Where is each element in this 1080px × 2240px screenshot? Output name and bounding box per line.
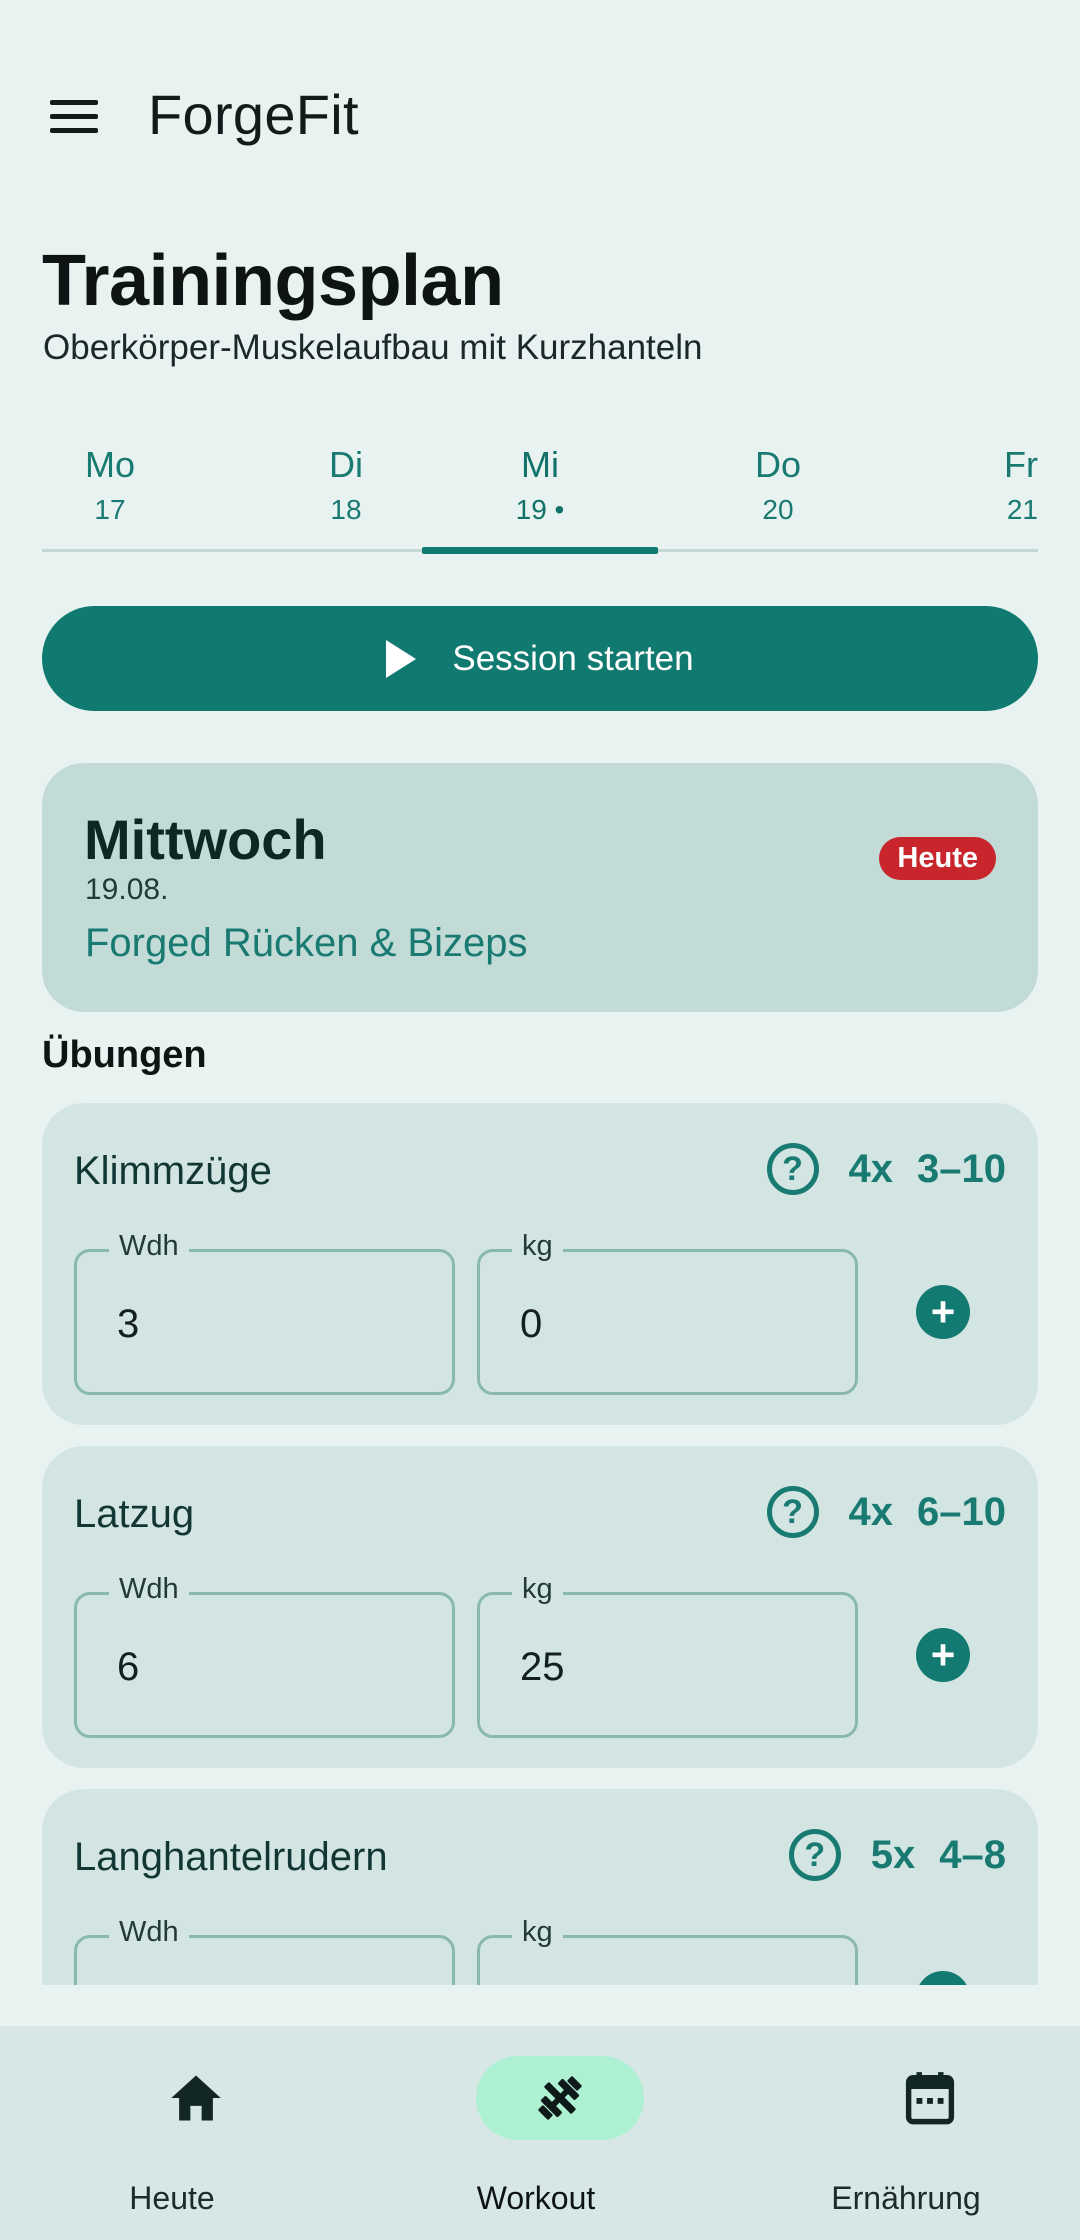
reps-field-label: Wdh [109, 1573, 189, 1606]
weight-field-label: kg [512, 1916, 563, 1949]
nav-item-heute[interactable]: Heute [0, 2056, 352, 2216]
top-app-bar: ForgeFit [0, 60, 1080, 172]
start-session-label: Session starten [452, 638, 694, 678]
day-card-program: Forged Rücken & Bizeps [85, 921, 528, 965]
weight-field[interactable]: kg 0 [477, 1230, 858, 1395]
reps-field-value: 6 [117, 1645, 140, 1689]
reps-field-label: Wdh [109, 1916, 189, 1949]
day-card: Mittwoch 19.08. Forged Rücken & Bizeps H… [42, 763, 1038, 1012]
tab-day-fr[interactable]: Fr 21 [884, 436, 1038, 552]
exercise-sets: 5x [870, 1832, 916, 1877]
reps-field-value: 3 [117, 1302, 140, 1346]
nav-item-workout[interactable]: Workout [356, 2056, 716, 2216]
weight-field[interactable]: kg [477, 1916, 858, 1985]
nav-pill [846, 2056, 1014, 2140]
help-icon[interactable]: ? [788, 1829, 841, 1881]
weight-field[interactable]: kg 25 [477, 1573, 858, 1738]
exercises-section-title: Übungen [42, 1034, 207, 1076]
tab-day-name: Mo [84, 444, 135, 485]
play-icon [386, 639, 417, 678]
tab-day-name: Mi [521, 444, 559, 485]
today-badge: Heute [879, 837, 996, 880]
add-set-icon[interactable]: + [916, 1285, 970, 1339]
tab-day-date: 17 [94, 494, 126, 525]
exercise-name: Langhantelrudern [74, 1835, 388, 1879]
nav-label: Workout [476, 2180, 596, 2216]
day-card-date: 19.08. [85, 873, 169, 906]
calendar-icon [905, 2072, 955, 2125]
exercise-rep-range: 3–10 [917, 1146, 1006, 1191]
nav-label: Heute [129, 2180, 215, 2216]
exercise-card: Klimmzüge ? 4x 3–10 Wdh 3 kg 0 + [42, 1103, 1038, 1425]
add-set-icon[interactable]: + [916, 1628, 970, 1682]
dumbbell-icon [538, 2076, 582, 2120]
tab-day-name: Do [754, 444, 802, 485]
reps-field[interactable]: Wdh 6 [74, 1573, 455, 1738]
tab-day-mi[interactable]: Mi 19 • [422, 436, 658, 552]
nav-pill [112, 2056, 280, 2140]
tab-indicator [422, 547, 658, 554]
exercise-sets: 4x [848, 1489, 894, 1534]
exercise-meta: ? 5x 4–8 [788, 1829, 1006, 1881]
menu-icon[interactable] [40, 90, 110, 142]
exercise-card: Latzug ? 4x 6–10 Wdh 6 kg 25 + [42, 1446, 1038, 1768]
nav-item-ernaehrung[interactable]: Ernährung [726, 2056, 1080, 2216]
exercise-meta: ? 4x 3–10 [766, 1143, 1006, 1195]
exercise-card: Langhantelrudern ? 5x 4–8 Wdh kg + [42, 1789, 1038, 1985]
nav-pill [476, 2056, 644, 2140]
page-title: Trainingsplan [42, 241, 504, 321]
day-tabs: Mo 17 Di 18 Mi 19 • Do 20 Fr 21 [42, 436, 1038, 554]
help-icon[interactable]: ? [766, 1143, 819, 1195]
exercise-meta: ? 4x 6–10 [766, 1486, 1006, 1538]
weight-field-label: kg [512, 1573, 563, 1606]
tab-day-date: 21 [1006, 494, 1038, 525]
exercise-list[interactable]: Klimmzüge ? 4x 3–10 Wdh 3 kg 0 + Latzug … [0, 1100, 1080, 1985]
tab-day-date: 20 [762, 494, 794, 525]
day-card-name: Mittwoch [84, 808, 327, 871]
home-icon [171, 2075, 221, 2121]
exercise-sets: 4x [848, 1146, 894, 1191]
add-set-icon[interactable]: + [916, 1971, 970, 1985]
reps-field[interactable]: Wdh 3 [74, 1230, 455, 1395]
start-session-button[interactable]: Session starten [42, 606, 1038, 711]
tab-day-name: Fr [1004, 444, 1038, 485]
app-title: ForgeFit [148, 83, 359, 146]
bottom-navigation: Heute Workout Ernährung [0, 2026, 1080, 2240]
tab-day-mo[interactable]: Mo 17 [0, 436, 228, 552]
reps-field-label: Wdh [109, 1230, 189, 1263]
page-subtitle: Oberkörper-Muskelaufbau mit Kurzhanteln [43, 328, 703, 367]
tab-day-date: 19 • [515, 494, 565, 525]
exercise-rep-range: 6–10 [917, 1489, 1006, 1534]
weight-field-value: 25 [520, 1645, 565, 1689]
weight-field-value: 0 [520, 1302, 543, 1346]
tab-day-do[interactable]: Do 20 [660, 436, 896, 552]
exercise-rep-range: 4–8 [939, 1832, 1006, 1877]
reps-field[interactable]: Wdh [74, 1916, 455, 1985]
exercise-name: Klimmzüge [74, 1149, 272, 1193]
help-icon[interactable]: ? [766, 1486, 819, 1538]
weight-field-label: kg [512, 1230, 563, 1263]
exercise-name: Latzug [74, 1492, 195, 1536]
nav-label: Ernährung [831, 2180, 981, 2216]
